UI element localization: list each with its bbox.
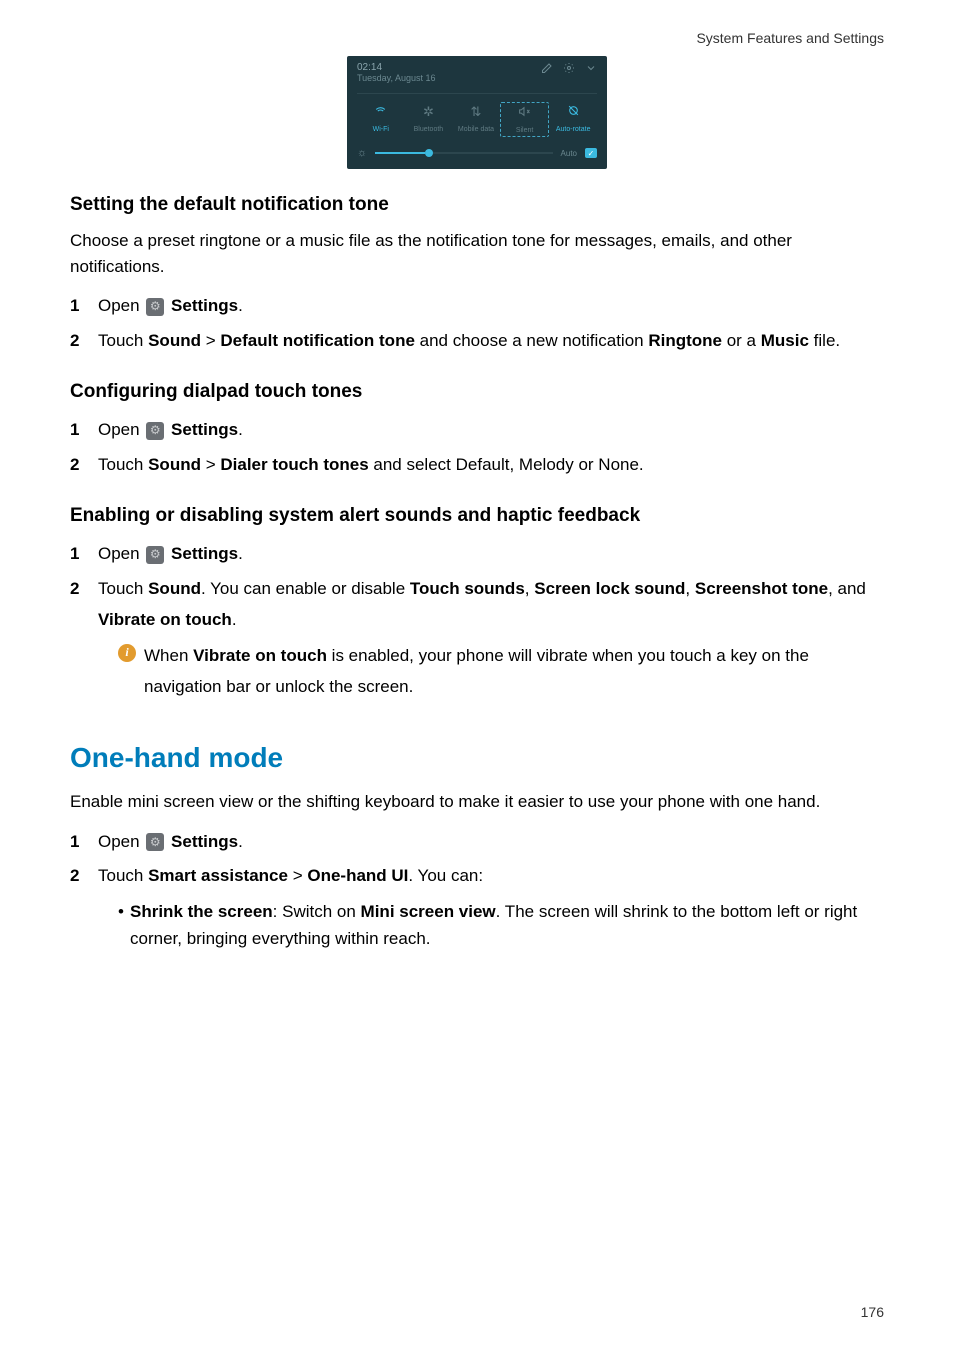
screenshot-date: Tuesday, August 16 xyxy=(357,73,436,83)
sec1-step2: Touch Sound > Default notification tone … xyxy=(70,326,884,357)
tile-auto-rotate: Auto-rotate xyxy=(549,102,597,137)
mobile-data-icon: ⇅ xyxy=(454,104,498,120)
quick-settings-screenshot: 02:14 Tuesday, August 16 xyxy=(347,56,607,169)
chevron-down-icon xyxy=(585,62,597,77)
screenshot-container: 02:14 Tuesday, August 16 xyxy=(70,56,884,169)
screenshot-time: 02:14 xyxy=(357,62,436,73)
tile-mobile-data-label: Mobile data xyxy=(458,126,494,133)
bluetooth-icon: ✲ xyxy=(407,104,451,120)
gear-icon: ⚙ xyxy=(146,298,164,316)
brightness-track xyxy=(375,152,552,154)
brightness-slider: ☼ Auto ✓ xyxy=(357,147,597,159)
heading-one-hand-mode: One-hand mode xyxy=(70,742,884,774)
heading-system-alert: Enabling or disabling system alert sound… xyxy=(70,505,884,527)
page-number: 176 xyxy=(861,1304,884,1320)
sec2-step2: Touch Sound > Dialer touch tones and sel… xyxy=(70,450,884,481)
intro-one-hand-mode: Enable mini screen view or the shifting … xyxy=(70,789,884,815)
auto-rotate-icon xyxy=(551,104,595,120)
tile-wifi-label: Wi-Fi xyxy=(373,126,389,133)
sec1-step1: Open ⚙ Settings. xyxy=(70,291,884,322)
sec2-step1: Open ⚙ Settings. xyxy=(70,415,884,446)
tile-wifi: Wi-Fi xyxy=(357,102,405,137)
header-breadcrumb: System Features and Settings xyxy=(70,30,884,46)
heading-dialpad-tones: Configuring dialpad touch tones xyxy=(70,381,884,403)
edit-icon xyxy=(541,62,553,77)
gear-icon: ⚙ xyxy=(146,833,164,851)
sec3-note: i When Vibrate on touch is enabled, your… xyxy=(98,641,884,702)
brightness-auto-toggle: ✓ xyxy=(585,148,597,158)
intro-notification-tone: Choose a preset ringtone or a music file… xyxy=(70,228,884,279)
brightness-icon: ☼ xyxy=(357,147,367,159)
tile-bluetooth-label: Bluetooth xyxy=(414,126,444,133)
tile-silent-highlighted: Silent xyxy=(500,102,550,137)
heading-notification-tone: Setting the default notification tone xyxy=(70,194,884,216)
sec4-step2: Touch Smart assistance > One-hand UI. Yo… xyxy=(70,861,884,952)
sec4-bullet-shrink: Shrink the screen: Switch on Mini screen… xyxy=(118,898,884,952)
info-icon: i xyxy=(118,644,136,662)
tile-silent-label: Silent xyxy=(516,127,534,134)
sec4-step1: Open ⚙ Settings. xyxy=(70,827,884,858)
wifi-icon xyxy=(359,104,403,120)
gear-icon: ⚙ xyxy=(146,422,164,440)
tile-mobile-data: ⇅ Mobile data xyxy=(452,102,500,137)
brightness-auto-label: Auto xyxy=(561,149,577,158)
tile-autorotate-label: Auto-rotate xyxy=(556,126,591,133)
gear-icon xyxy=(563,62,575,77)
gear-icon: ⚙ xyxy=(146,546,164,564)
silent-icon xyxy=(503,105,547,121)
sec3-step2: Touch Sound. You can enable or disable T… xyxy=(70,574,884,702)
tile-bluetooth: ✲ Bluetooth xyxy=(405,102,453,137)
sec3-step1: Open ⚙ Settings. xyxy=(70,539,884,570)
